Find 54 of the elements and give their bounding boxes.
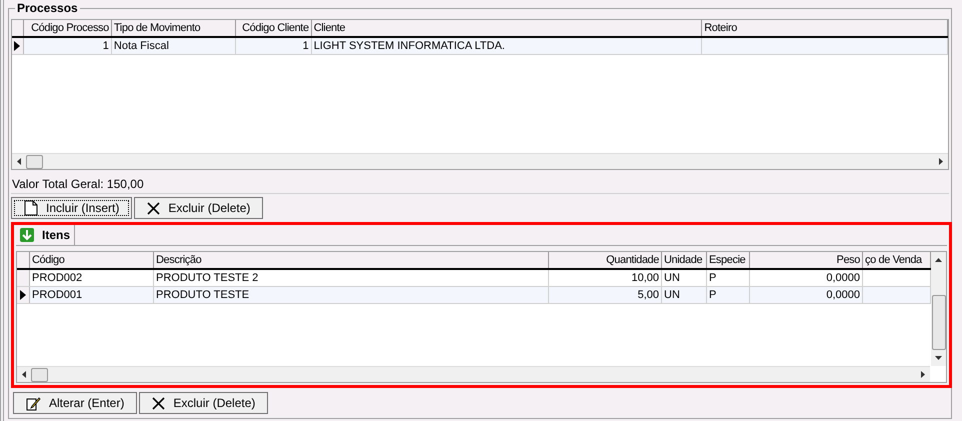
close-icon	[147, 202, 160, 214]
column-header[interactable]: Código	[30, 252, 154, 268]
column-header[interactable]: Especie	[707, 252, 750, 268]
table-cell: 0,0000	[826, 289, 860, 301]
insert-button[interactable]: Incluir (Insert)	[11, 197, 132, 219]
row-pointer-icon	[14, 41, 20, 51]
total-label: Valor Total Geral: 150,00	[11, 176, 144, 192]
left-arrow-icon[interactable]	[22, 371, 26, 378]
close-icon	[152, 396, 166, 410]
table-cell: PROD002	[32, 272, 82, 284]
table-cell: P	[709, 289, 716, 301]
table-cell: PRODUTO TESTE 2	[156, 272, 258, 284]
table-cell: 5,00	[638, 289, 659, 301]
column-header[interactable]: Tipo de Movimento	[112, 20, 236, 36]
horizontal-scrollbar[interactable]	[17, 366, 930, 382]
column-header[interactable]: Código Processo	[24, 20, 112, 36]
scrollbar-thumb[interactable]	[31, 368, 48, 382]
table-cell: 1	[302, 40, 309, 52]
edit-icon	[26, 396, 41, 410]
right-arrow-icon[interactable]	[921, 371, 925, 378]
vertical-scrollbar[interactable]	[931, 252, 946, 366]
table-cell: PRODUTO TESTE	[156, 289, 250, 301]
table-row[interactable]: PROD002 PRODUTO TESTE 2 10,00 UN P 0,0000	[17, 270, 931, 287]
table-cell: PROD001	[32, 289, 82, 301]
table-cell: 0,0000	[826, 272, 860, 284]
table-cell: Nota Fiscal	[114, 40, 169, 52]
right-arrow-icon[interactable]	[939, 158, 943, 165]
scrollbar-thumb[interactable]	[932, 295, 946, 350]
column-header[interactable]: Peso	[750, 252, 863, 268]
down-arrow-icon[interactable]	[935, 356, 942, 360]
row-pointer-icon	[20, 290, 26, 300]
column-header[interactable]: Roteiro	[702, 20, 948, 36]
horizontal-scrollbar[interactable]	[12, 153, 948, 169]
page-icon	[24, 200, 38, 216]
table-row[interactable]: PROD001 PRODUTO TESTE 5,00 UN P 0,0000	[17, 287, 931, 304]
column-header[interactable]: Cliente	[312, 20, 702, 36]
table-cell: 1	[102, 40, 109, 52]
down-arrow-icon	[20, 228, 34, 242]
table-row[interactable]: 1 Nota Fiscal 1 LIGHT SYSTEM INFORMATICA LTDA.	[12, 38, 948, 55]
table-cell: LIGHT SYSTEM INFORMATICA LTDA.	[314, 40, 505, 52]
delete-button[interactable]: Excluir (Delete)	[139, 392, 268, 414]
left-arrow-icon[interactable]	[17, 158, 21, 165]
up-arrow-icon[interactable]	[935, 258, 942, 262]
column-header[interactable]: Quantidade	[549, 252, 662, 268]
column-header[interactable]: Descrição	[154, 252, 549, 268]
column-header[interactable]: Código Cliente	[236, 20, 312, 36]
table-cell: UN	[664, 272, 680, 284]
column-header[interactable]: Unidade	[662, 252, 707, 268]
table-cell: 10,00	[631, 272, 659, 284]
table-cell: P	[709, 272, 716, 284]
scrollbar-thumb[interactable]	[26, 154, 43, 168]
table-cell: UN	[664, 289, 680, 301]
edit-button[interactable]: Alterar (Enter)	[13, 392, 138, 414]
delete-button[interactable]: Excluir (Delete)	[134, 197, 264, 219]
